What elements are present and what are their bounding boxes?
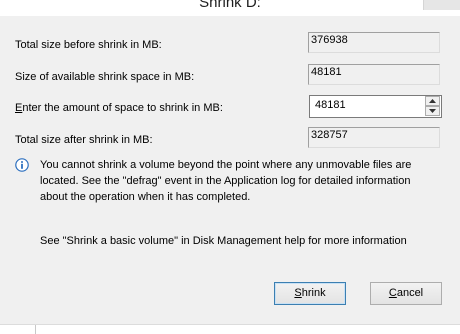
up-arrow-icon	[429, 99, 436, 103]
shrink-amount-input[interactable]	[315, 99, 415, 111]
shrink-amount-label-text: nter the amount of space to shrink in MB…	[22, 102, 223, 114]
shrink-button-label: hrink	[301, 287, 326, 299]
after-size-field: 328757	[308, 127, 440, 148]
info-message: You cannot shrink a volume beyond the po…	[40, 159, 412, 203]
shrink-button-mnemonic: S	[294, 287, 302, 299]
shrink-dialog: Shrink D: Total size before shrink in MB…	[0, 0, 460, 334]
shrink-button[interactable]: Shrink	[274, 282, 346, 305]
title-bar: Shrink D:	[0, 0, 460, 16]
spin-down-button[interactable]	[425, 106, 440, 116]
shrink-amount-label: Enter the amount of space to shrink in M…	[15, 102, 223, 114]
after-size-label: Total size after shrink in MB:	[15, 134, 153, 146]
down-arrow-icon	[429, 109, 436, 113]
info-icon	[15, 158, 29, 172]
help-text: See "Shrink a basic volume" in Disk Mana…	[40, 235, 407, 247]
total-size-label: Total size before shrink in MB:	[15, 39, 162, 51]
total-size-field: 376938	[308, 32, 440, 53]
cancel-button-mnemonic: C	[388, 287, 397, 299]
window-title: Shrink D:	[199, 0, 261, 11]
close-button[interactable]	[423, 0, 460, 10]
shrink-amount-stepper[interactable]	[309, 95, 442, 118]
available-space-field: 48181	[308, 64, 440, 85]
cancel-button-label: ancel	[396, 287, 424, 299]
spin-up-button[interactable]	[425, 96, 440, 106]
dialog-body: Total size before shrink in MB: 376938 S…	[0, 16, 460, 324]
available-space-label: Size of available shrink space in MB:	[15, 71, 195, 83]
cancel-button[interactable]: Cancel	[370, 282, 442, 305]
